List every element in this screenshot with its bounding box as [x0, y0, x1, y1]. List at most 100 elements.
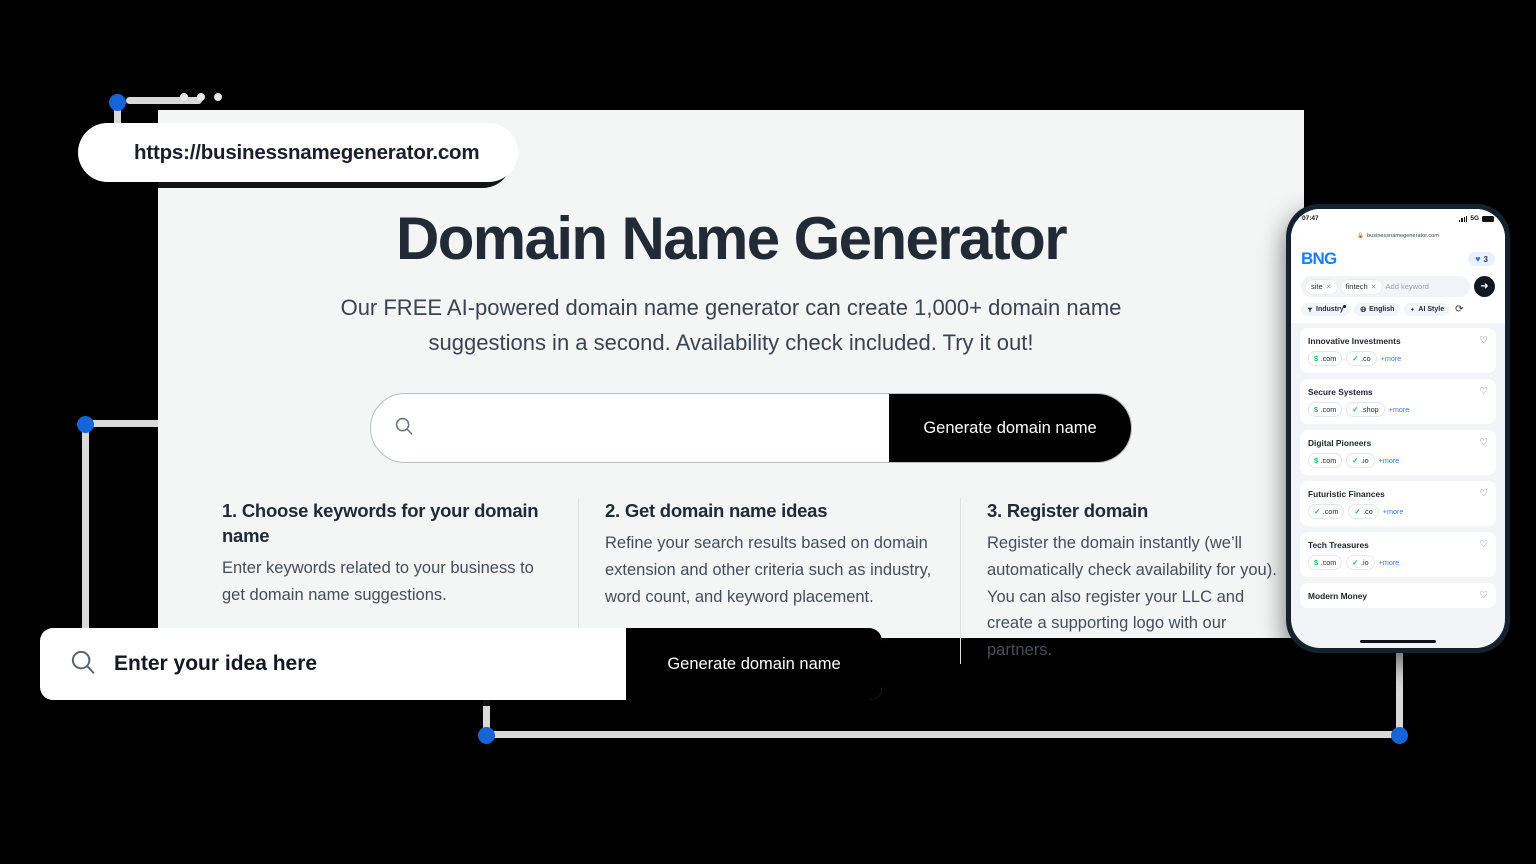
step-body: Register the domain instantly (we’ll aut… — [987, 534, 1277, 660]
available-mark: ✓ — [1352, 558, 1359, 567]
screenshot-canvas: Domain Name Generator Our FREE AI-powere… — [0, 0, 1536, 864]
keyword-placeholder[interactable]: Add keyword — [1386, 282, 1429, 291]
extension-label: .io — [1361, 558, 1369, 567]
keyword-chip-site[interactable]: site ✕ — [1306, 279, 1337, 294]
more-extensions-link[interactable]: +more — [1383, 507, 1404, 516]
close-icon[interactable]: ✕ — [1326, 283, 1332, 291]
extension-chip[interactable]: $ .com — [1308, 555, 1343, 570]
connector-line-bottom — [487, 731, 1403, 738]
more-extensions-link[interactable]: +more — [1379, 456, 1400, 465]
phone-mockup: 07:47 5G 🔒 businessnamegenerator.com BNG… — [1286, 204, 1510, 653]
phone-url-text: businessnamegenerator.com — [1367, 232, 1439, 239]
result-header: Secure Systems ♡ — [1308, 386, 1488, 397]
extension-chip[interactable]: ✓ .io — [1346, 453, 1375, 468]
extension-label: .io — [1361, 456, 1369, 465]
available-mark: ✓ — [1314, 507, 1321, 516]
keyword-chip-label: fintech — [1345, 282, 1368, 291]
phone-url-bar[interactable]: 🔒 businessnamegenerator.com — [1291, 228, 1505, 243]
extension-chip[interactable]: ✓ .com — [1308, 504, 1345, 519]
result-name: Tech Treasures — [1308, 539, 1369, 550]
result-row[interactable]: Secure Systems ♡ $ .com ✓ .shop +more — [1300, 379, 1496, 424]
result-row[interactable]: Modern Money ♡ — [1300, 583, 1496, 608]
favorites-badge[interactable]: ♥ 3 — [1468, 252, 1495, 266]
connector-line-left-vertical — [82, 420, 89, 660]
favorites-count: 3 — [1483, 254, 1488, 264]
result-header: Tech Treasures ♡ — [1308, 539, 1488, 550]
bng-logo[interactable]: BNG — [1301, 249, 1337, 269]
extension-chip[interactable]: ✓ .co — [1346, 351, 1377, 366]
connector-line-phone-vertical — [1396, 645, 1403, 737]
heart-outline-icon[interactable]: ♡ — [1479, 539, 1488, 550]
extension-chip[interactable]: $ .com — [1308, 453, 1343, 468]
window-control-dots — [180, 93, 222, 101]
url-callout-pill[interactable]: https://businessnamegenerator.com — [78, 123, 518, 182]
close-icon[interactable]: ✕ — [1371, 283, 1377, 291]
keyword-chip-fintech[interactable]: fintech ✕ — [1340, 279, 1382, 294]
page-title: Domain Name Generator — [396, 205, 1068, 272]
hero-subtitle: Our FREE AI-powered domain name generato… — [340, 295, 1122, 356]
arrow-right-icon[interactable]: ➜ — [1474, 276, 1495, 297]
more-extensions-link[interactable]: +more — [1379, 558, 1400, 567]
connector-dot-top-left — [109, 94, 126, 111]
result-row[interactable]: Digital Pioneers ♡ $ .com ✓ .io +more — [1300, 430, 1496, 475]
filter-chip-label: AI Style — [1418, 306, 1445, 313]
extension-chip[interactable]: $ .com — [1308, 402, 1343, 417]
heart-outline-icon[interactable]: ♡ — [1479, 335, 1488, 346]
domain-results-list: Innovative Investments ♡ $ .com ✓ .co +m… — [1291, 323, 1505, 608]
browser-window-card: Domain Name Generator Our FREE AI-powere… — [158, 93, 1304, 664]
step-body: Enter keywords related to your business … — [222, 559, 534, 605]
url-text: https://businessnamegenerator.com — [134, 140, 480, 164]
status-indicators: 5G — [1458, 215, 1494, 222]
filter-chip-english[interactable]: English — [1353, 303, 1401, 316]
result-name: Futuristic Finances — [1308, 488, 1385, 499]
more-extensions-link[interactable]: +more — [1389, 405, 1410, 414]
callout-search-input[interactable] — [114, 652, 626, 676]
callout-generate-domain-name-button[interactable]: Generate domain name — [626, 628, 882, 700]
extension-chip[interactable]: $ .com — [1308, 351, 1343, 366]
extension-label: .com — [1320, 405, 1337, 414]
hero-search-field-wrap[interactable] — [371, 394, 889, 462]
callout-search-bar[interactable]: Generate domain name — [40, 628, 882, 700]
extension-row: $ .com ✓ .shop +more — [1308, 402, 1488, 417]
search-icon — [393, 415, 415, 442]
extension-chip[interactable]: ✓ .io — [1346, 555, 1375, 570]
hero-search-input[interactable] — [425, 418, 889, 438]
globe-icon — [1360, 306, 1366, 313]
more-extensions-link[interactable]: +more — [1381, 354, 1402, 363]
heart-outline-icon[interactable]: ♡ — [1479, 386, 1488, 397]
phone-status-bar: 07:47 5G — [1291, 209, 1505, 228]
filter-chip-industry[interactable]: Industry — [1301, 303, 1350, 316]
result-header: Futuristic Finances ♡ — [1308, 488, 1488, 499]
result-row[interactable]: Innovative Investments ♡ $ .com ✓ .co +m… — [1300, 328, 1496, 373]
filter-chip-ai-style[interactable]: AI Style — [1404, 303, 1451, 316]
extension-row: $ .com ✓ .io +more — [1308, 555, 1488, 570]
extension-row: $ .com ✓ .co +more — [1308, 351, 1488, 366]
phone-screen: 07:47 5G 🔒 businessnamegenerator.com BNG… — [1291, 209, 1505, 648]
heart-filled-icon: ♥ — [1475, 253, 1481, 264]
heart-outline-icon[interactable]: ♡ — [1479, 437, 1488, 448]
result-row[interactable]: Tech Treasures ♡ $ .com ✓ .io +more — [1300, 532, 1496, 577]
connector-dot-bottom-left — [478, 727, 495, 744]
hero-search-bar[interactable]: Generate domain name — [370, 393, 1132, 463]
keyword-field[interactable]: site ✕ fintech ✕ Add keyword — [1301, 276, 1470, 297]
heart-outline-icon[interactable]: ♡ — [1479, 590, 1488, 601]
generate-domain-name-button[interactable]: Generate domain name — [889, 394, 1131, 462]
result-header: Modern Money ♡ — [1308, 590, 1488, 601]
extension-chip[interactable]: ✓ .shop — [1346, 402, 1385, 417]
step-card-3: 3. Register domain Register the domain i… — [960, 498, 1304, 664]
phone-app-top-row: BNG ♥ 3 — [1301, 249, 1495, 269]
extension-label: .com — [1320, 456, 1337, 465]
result-row[interactable]: Futuristic Finances ♡ ✓ .com ✓ .co +more — [1300, 481, 1496, 526]
refresh-icon[interactable]: ⟳ — [1455, 304, 1463, 315]
filter-chip-label: English — [1369, 306, 1395, 313]
result-name: Modern Money — [1308, 590, 1368, 601]
keyword-chip-label: site — [1311, 282, 1323, 291]
home-indicator — [1360, 640, 1436, 643]
result-name: Secure Systems — [1308, 386, 1373, 397]
battery-icon — [1482, 215, 1494, 222]
available-mark: ✓ — [1354, 507, 1361, 516]
heart-outline-icon[interactable]: ♡ — [1479, 488, 1488, 499]
callout-search-field-wrap[interactable] — [40, 628, 626, 700]
extension-chip[interactable]: ✓ .co — [1348, 504, 1379, 519]
extension-label: .com — [1320, 354, 1337, 363]
